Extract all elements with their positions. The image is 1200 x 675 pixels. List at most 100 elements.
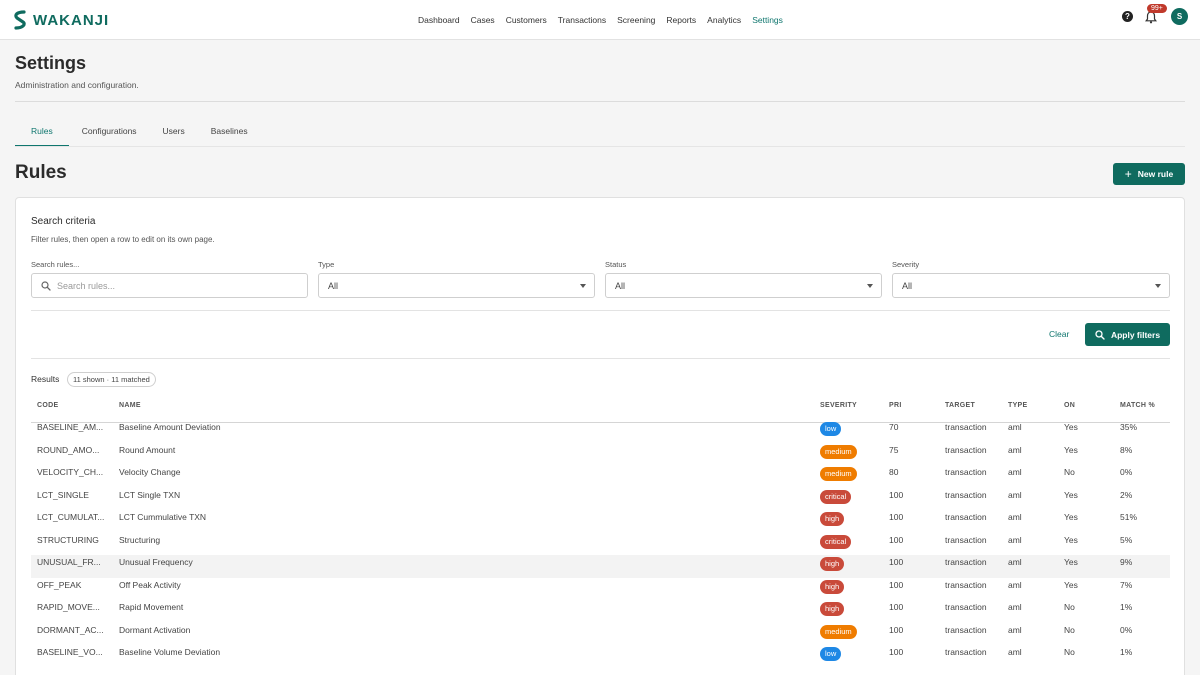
cell-type: aml [1008,422,1022,432]
cell-on: Yes [1064,579,1078,590]
clear-button[interactable]: Clear [1049,329,1069,339]
table-row[interactable]: UNUSUAL_FR... Unusual Frequency high 100 tra… [31,555,1170,578]
user-avatar[interactable]: S [1171,8,1188,25]
cell-target: transaction [945,602,987,612]
table-row[interactable]: BASELINE_AM... Baseline Amount Deviation l… [31,420,1170,443]
rules-title: Rules [15,162,67,183]
table-row[interactable]: LCT_SINGLE LCT Single TXN critical 100 trans… [31,488,1170,511]
search-icon [41,280,51,291]
status-label: Status [605,260,627,269]
nav-dashboard[interactable]: Dashboard [418,15,460,25]
severity-select[interactable]: All [892,273,1170,298]
cell-code: BASELINE_VO... [37,647,103,657]
top-navbar: WAKANJI Dashboard Cases Customers Transacti… [0,0,1200,40]
nav-analytics[interactable]: Analytics [707,15,741,25]
cell-pri: 100 [889,647,904,657]
severity-value: All [902,280,913,291]
cell-on: Yes [1064,534,1078,545]
cell-match: 7% [1120,579,1133,590]
cell-type: aml [1008,647,1022,657]
results-count-pill: 11 shown · 11 matched [67,372,156,387]
severity-badge: low [820,647,842,661]
nav-cases[interactable]: Cases [471,15,495,25]
cell-match: 2% [1120,489,1133,500]
cell-pri: 70 [889,422,899,432]
page-subtitle: Administration and configuration. [15,80,139,90]
cell-pri: 100 [889,557,904,567]
cell-on: Yes [1064,422,1078,432]
status-value: All [615,280,626,291]
tab-rules[interactable]: Rules [15,116,69,147]
table-row[interactable]: OFF_PEAK Off Peak Activity high 100 transact… [31,578,1170,601]
cell-target: transaction [945,422,987,432]
table-row[interactable]: ROUND_AMO... Round Amount medium 75 transact… [31,443,1170,466]
tab-configurations[interactable]: Configurations [69,116,150,147]
cell-on: Yes [1064,444,1078,455]
cell-target: transaction [945,557,987,567]
table-row[interactable]: VELOCITY_CH... Velocity Change medium 80 tra… [31,465,1170,488]
nav-settings[interactable]: Settings [752,15,783,25]
type-label: Type [318,260,335,269]
type-select[interactable]: All [318,273,595,298]
cell-type: aml [1008,467,1022,477]
nav-customers[interactable]: Customers [506,15,547,25]
logo[interactable]: WAKANJI [11,9,109,31]
cell-code: UNUSUAL_FR... [37,557,101,567]
settings-tabs: Rules Configurations Users Baselines [15,116,261,147]
cell-name: Rapid Movement [119,602,184,612]
search-placeholder: Search rules... [57,280,116,291]
status-select[interactable]: All [605,273,882,298]
cell-match: 51% [1120,512,1138,522]
cell-code: OFF_PEAK [37,579,82,590]
cell-target: transaction [945,624,987,635]
cell-type: aml [1008,602,1022,612]
severity-badge: low [820,422,842,436]
cell-pri: 100 [889,489,904,500]
cell-pri: 100 [889,602,904,612]
plus-icon: + [1124,167,1132,181]
search-criteria-subtitle: Filter rules, then open a row to edit on… [31,235,215,244]
cell-pri: 80 [889,467,899,477]
help-icon[interactable]: ? [1122,11,1133,22]
severity-label: Severity [892,260,920,269]
cell-name: Structuring [119,534,161,545]
cell-match: 9% [1120,557,1133,567]
cell-match: 1% [1120,647,1133,657]
apply-filters-button[interactable]: Apply filters [1085,323,1170,346]
nav-screening[interactable]: Screening [617,15,655,25]
tab-baselines[interactable]: Baselines [198,116,261,147]
notifications-badge: 99+ [1147,3,1167,13]
cell-type: aml [1008,557,1022,567]
chevron-down-icon [1155,284,1161,288]
logo-text: WAKANJI [33,11,110,29]
cell-name: Unusual Frequency [119,557,193,567]
table-row[interactable]: STRUCTURING Structuring critical 100 transac… [31,533,1170,556]
search-input[interactable]: Search rules... [31,273,308,298]
cell-target: transaction [945,512,987,522]
severity-badge: high [820,512,845,526]
cell-name: Round Amount [119,444,176,455]
new-rule-button[interactable]: + New rule [1113,163,1185,185]
rules-card: Search criteria Filter rules, then open … [15,197,1185,675]
table-row[interactable]: BASELINE_VO... Baseline Volume Deviation l… [31,645,1170,668]
rules-table-body: BASELINE_AM... Baseline Amount Deviation l… [31,420,1170,668]
cell-code: DORMANT_AC... [37,624,104,635]
table-row[interactable]: LCT_CUMULAT... LCT Cummulative TXN high 100… [31,510,1170,533]
cell-target: transaction [945,467,987,477]
nav-reports[interactable]: Reports [666,15,696,25]
table-row[interactable]: DORMANT_AC... Dormant Activation medium 100… [31,623,1170,646]
cell-on: No [1064,647,1075,657]
tabs-divider [15,146,1185,147]
nav-transactions[interactable]: Transactions [558,15,606,25]
severity-badge: high [820,557,845,571]
cell-type: aml [1008,444,1022,455]
cell-name: Baseline Amount Deviation [119,422,221,432]
notifications-bell[interactable]: 99+ [1145,3,1167,24]
filters-divider [31,310,1170,311]
tab-users[interactable]: Users [150,116,198,147]
severity-badge: medium [820,624,857,639]
severity-badge: high [820,602,845,616]
table-row[interactable]: RAPID_MOVE... Rapid Movement high 100 transa… [31,600,1170,623]
cell-pri: 100 [889,512,904,522]
chevron-down-icon [580,284,586,288]
